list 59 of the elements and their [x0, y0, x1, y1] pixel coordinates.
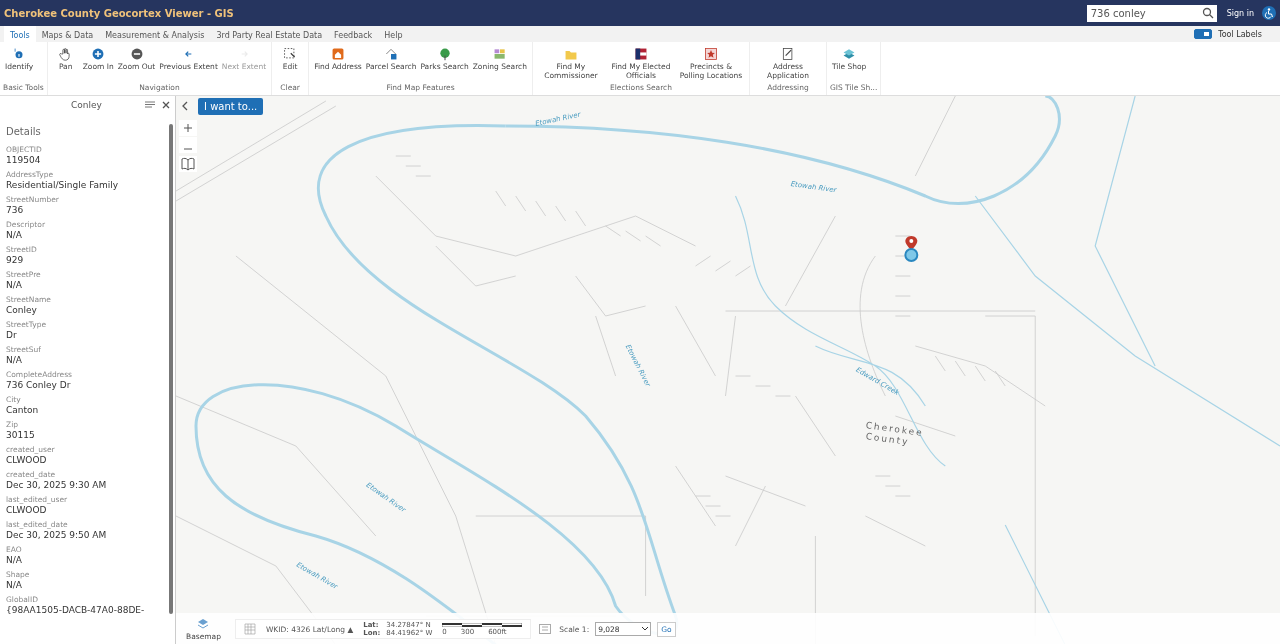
field-value: {98AA1505-DACB-47A0-88DE-: [6, 605, 146, 616]
house-icon: [384, 47, 399, 61]
field-value: N/A: [6, 355, 23, 366]
field-value: Canton: [6, 405, 40, 416]
layers-icon: [197, 617, 210, 630]
app-title: Cherokee County Geocortex Viewer - GIS: [4, 7, 235, 19]
ribbon-tab[interactable]: Measurement & Analysis: [99, 26, 211, 42]
minus-icon: [184, 147, 192, 150]
chevron-left-icon[interactable]: [180, 100, 190, 112]
field-value: 929: [6, 255, 25, 266]
field-value: Dr: [6, 330, 18, 341]
tool-labels-toggle[interactable]: [1194, 29, 1213, 39]
field-value: 119504: [6, 155, 42, 166]
field-value: Conley: [6, 305, 38, 316]
ribbon-tab[interactable]: Help: [378, 26, 409, 42]
zoom-in-icon: [91, 47, 106, 61]
ribbon-tab[interactable]: Feedback: [328, 26, 379, 42]
layers-icon: [842, 47, 857, 61]
search-icon: [1201, 7, 1214, 19]
field-value: 736 Conley Dr: [6, 380, 72, 391]
ribbon-tab[interactable]: Maps & Data: [35, 26, 100, 42]
sign-in-link[interactable]: Sign in: [1226, 8, 1254, 18]
field-value: 736: [6, 205, 25, 216]
bookmark-button[interactable]: [179, 156, 197, 172]
field-value: N/A: [6, 555, 23, 566]
zoom-out-icon: [129, 47, 144, 61]
i-want-to-button[interactable]: I want to...: [198, 98, 264, 115]
details-heading: Details: [5, 125, 42, 139]
field-value: N/A: [6, 580, 23, 591]
caret-icon: [642, 627, 649, 631]
ribbon-tab[interactable]: 3rd Party Real Estate Data: [210, 26, 329, 42]
field-value: 30115: [6, 430, 36, 441]
house-icon: [330, 47, 345, 61]
grid-icon: [243, 623, 256, 635]
field-value: Residential/Single Family: [6, 180, 120, 191]
map-icon: [492, 47, 507, 61]
menu-icon[interactable]: [145, 100, 155, 110]
field-value: Dec 30, 2025 9:30 AM: [6, 480, 108, 491]
search-button[interactable]: [1198, 4, 1217, 22]
panel-title: Conley: [70, 100, 103, 110]
scale-input-icon[interactable]: [539, 624, 552, 634]
toggle-label: Tool Labels: [1218, 29, 1262, 39]
scrollbar[interactable]: [169, 124, 173, 614]
close-icon[interactable]: [161, 100, 171, 110]
document-edit-icon: [780, 47, 795, 61]
book-icon: [179, 156, 197, 172]
field-value: CLWOOD: [6, 455, 48, 466]
selection-icon: [283, 47, 298, 61]
selected-location-icon: [904, 248, 919, 262]
tree-icon: [437, 47, 452, 61]
field-value: CLWOOD: [6, 505, 48, 516]
field-value: N/A: [6, 280, 23, 291]
wheelchair-icon[interactable]: [1262, 6, 1276, 20]
ribbon-tab[interactable]: Tools: [4, 26, 36, 42]
field-value: N/A: [6, 230, 23, 241]
field-value: Dec 30, 2025 9:50 AM: [6, 530, 108, 541]
search-field[interactable]: 736 conley: [1086, 4, 1199, 22]
hand-icon: [58, 47, 73, 61]
flag-icon: [633, 47, 648, 61]
